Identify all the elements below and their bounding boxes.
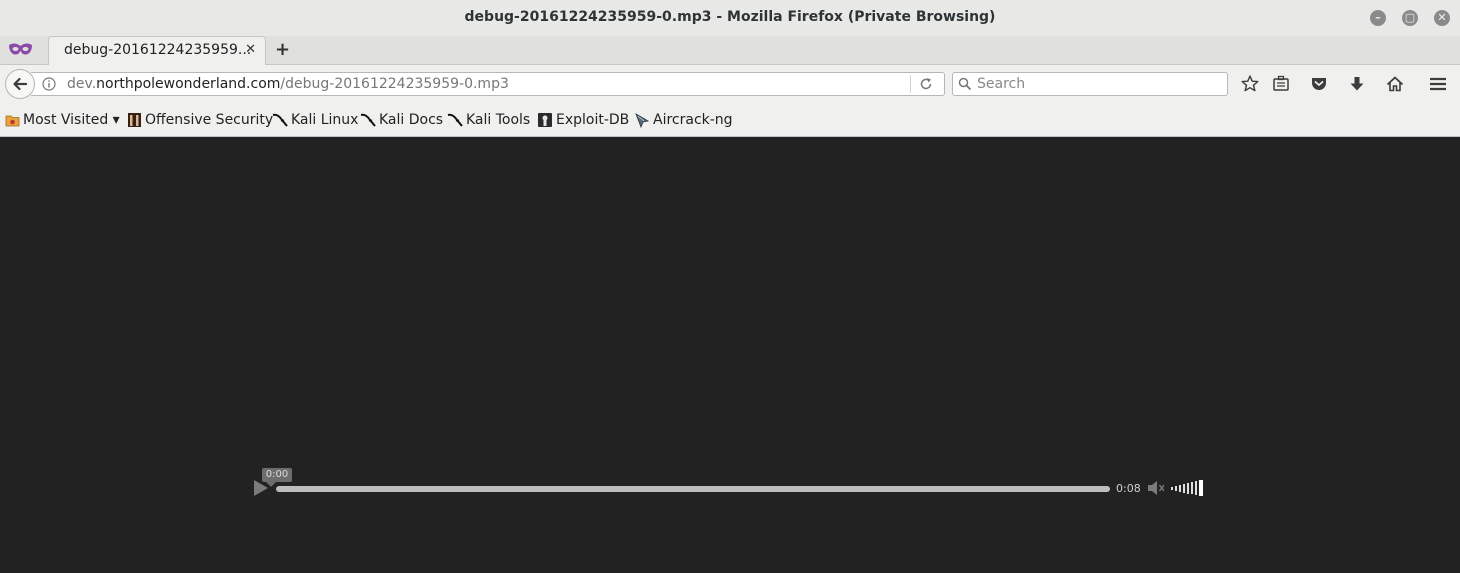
kali-icon: [272, 113, 288, 127]
download-icon[interactable]: [1347, 74, 1367, 94]
window-titlebar: debug-20161224235959-0.mp3 - Mozilla Fir…: [0, 0, 1460, 36]
pocket-icon[interactable]: [1309, 74, 1329, 94]
search-placeholder: Search: [977, 76, 1026, 92]
offsec-icon: [128, 113, 141, 127]
kali-icon: [447, 113, 463, 127]
minimize-button[interactable]: –: [1370, 10, 1386, 26]
url-divider: [910, 75, 911, 93]
aircrack-icon: [635, 113, 650, 128]
url-host: northpolewonderland.com: [96, 76, 281, 92]
private-browsing-mask-icon: [9, 43, 32, 55]
exploitdb-icon: [538, 113, 552, 127]
progress-scrubber[interactable]: [276, 486, 1110, 492]
back-arrow-icon: [13, 77, 28, 91]
speaker-icon[interactable]: [1146, 479, 1166, 497]
bookmark-kali-docs[interactable]: Kali Docs: [360, 111, 443, 129]
tab-strip: debug-20161224235959... ✕ +: [0, 36, 1460, 66]
url-bar[interactable]: dev.northpolewonderland.com/debug-201612…: [31, 72, 945, 96]
navigation-toolbar: dev.northpolewonderland.com/debug-201612…: [0, 65, 1460, 102]
url-text: dev.northpolewonderland.com/debug-201612…: [67, 76, 509, 92]
folder-icon: [5, 115, 20, 126]
tab-label: debug-20161224235959...: [64, 42, 252, 58]
audio-player: 0:00 0:08: [254, 466, 1204, 506]
close-window-button[interactable]: ✕: [1434, 10, 1450, 26]
bookmarks-toolbar: Most Visited ▾ Offensive Security Kali L…: [0, 102, 1460, 137]
bookmark-exploit-db[interactable]: Exploit-DB: [537, 111, 629, 129]
bookmark-kali-linux[interactable]: Kali Linux: [272, 111, 358, 129]
url-prefix: dev.: [67, 76, 97, 92]
new-tab-button[interactable]: +: [275, 39, 290, 60]
home-icon[interactable]: [1385, 74, 1405, 94]
volume-slider[interactable]: [1171, 480, 1205, 496]
kali-icon: [360, 113, 376, 127]
window-title: debug-20161224235959-0.mp3 - Mozilla Fir…: [464, 9, 996, 25]
bookmark-label: Exploit-DB: [556, 112, 630, 128]
bookmark-label: Kali Linux: [291, 112, 359, 128]
bookmark-offensive-security[interactable]: Offensive Security: [127, 111, 273, 129]
bookmark-label: Offensive Security: [145, 112, 274, 128]
tab-close-icon[interactable]: ✕: [245, 42, 256, 57]
bookmark-aircrack-ng[interactable]: Aircrack-ng: [634, 111, 733, 129]
reading-list-icon[interactable]: [1271, 74, 1291, 94]
bookmark-star-icon[interactable]: [1240, 74, 1260, 94]
bookmark-most-visited[interactable]: Most Visited ▾: [5, 111, 120, 129]
site-info-icon[interactable]: [42, 77, 56, 91]
search-bar[interactable]: Search: [952, 72, 1228, 96]
bookmark-label: Most Visited ▾: [23, 112, 120, 128]
bookmark-label: Aircrack-ng: [653, 112, 733, 128]
search-icon: [958, 77, 972, 91]
maximize-button[interactable]: ▢: [1402, 10, 1418, 26]
page-content: 0:00 0:08: [0, 137, 1460, 573]
menu-icon[interactable]: [1428, 74, 1448, 94]
bookmark-label: Kali Tools: [466, 112, 531, 128]
current-time-bubble: 0:00: [262, 468, 292, 487]
bookmark-label: Kali Docs: [379, 112, 444, 128]
tab-active[interactable]: debug-20161224235959... ✕: [48, 36, 266, 66]
duration-label: 0:08: [1116, 482, 1141, 495]
bookmark-kali-tools[interactable]: Kali Tools: [447, 111, 530, 129]
url-path: /debug-20161224235959-0.mp3: [280, 76, 509, 92]
back-button[interactable]: [5, 69, 35, 99]
reload-icon[interactable]: [919, 77, 933, 91]
